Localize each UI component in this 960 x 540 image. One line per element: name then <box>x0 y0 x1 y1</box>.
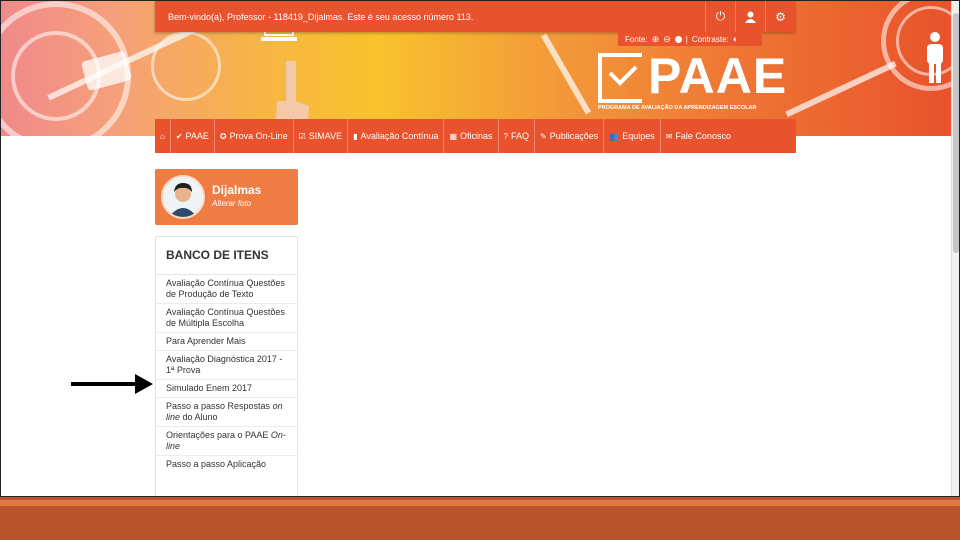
nav-item-faq[interactable]: ? FAQ <box>499 119 535 153</box>
logo-check-icon <box>608 65 638 86</box>
main-nav: ⌂ ✔ PAAE ✪ Prova On-Line ☑ SIMAVE ▮ Aval… <box>155 119 796 153</box>
user-icon[interactable] <box>735 1 765 32</box>
calendar-icon: ▦ <box>449 131 457 141</box>
welcome-bar: Bem-vindo(a), Professor - 118419_Dijalma… <box>155 1 795 32</box>
nav-label: Avaliação Contínua <box>360 131 439 141</box>
menu-item-simulado-enem[interactable]: Simulado Enem 2017 <box>156 380 297 398</box>
nav-label: Fale Conosco <box>675 131 731 141</box>
font-decrease-icon[interactable]: ⊖ <box>663 34 671 45</box>
slide-footer-band <box>0 497 960 540</box>
menu-item-multipla-escolha[interactable]: Avaliação Contínua Questões de Múltipla … <box>156 304 297 333</box>
nav-label: Publicações <box>549 131 599 141</box>
font-label: Fonte: <box>625 34 648 44</box>
nav-item-paae[interactable]: ✔ PAAE <box>171 119 215 153</box>
item-bank-menu: BANCO DE ITENS Avaliação Contínua Questõ… <box>155 236 298 496</box>
paae-logo: PAAE PROGRAMA DE AVALIAÇÃO DA APRENDIZAG… <box>598 48 786 117</box>
nav-label: Oficinas <box>460 131 493 141</box>
menu-item-respostas-aluno[interactable]: Passo a passo Respostas on line do Aluno <box>156 398 297 427</box>
home-icon: ⌂ <box>160 131 165 141</box>
nav-label: SIMAVE <box>308 131 343 141</box>
font-reset-icon[interactable] <box>674 35 682 43</box>
contrast-icon[interactable]: ◐ <box>733 34 738 44</box>
welcome-message: Bem-vindo(a), Professor - 118419_Dijalma… <box>168 11 474 22</box>
nav-item-avaliacao-continua[interactable]: ▮ Avaliação Contínua <box>348 119 445 153</box>
pointer-arrow <box>71 374 153 394</box>
nav-item-publicacoes[interactable]: ✎ Publicações <box>535 119 605 153</box>
vertical-scrollbar[interactable] <box>951 1 959 496</box>
person-icon <box>927 32 943 83</box>
check-square-icon: ☑ <box>298 131 306 141</box>
power-icon[interactable]: ⏻ <box>705 1 735 32</box>
font-increase-icon[interactable]: ⊕ <box>652 34 660 45</box>
check-circle-icon: ✪ <box>219 131 227 141</box>
question-icon: ? <box>503 131 508 141</box>
logo-subtitle: PROGRAMA DE AVALIAÇÃO DA APRENDIZAGEM ES… <box>598 105 757 111</box>
menu-item-producao-texto[interactable]: Avaliação Contínua Questões de Produção … <box>156 275 297 304</box>
gear-icon[interactable]: ⚙ <box>765 1 795 32</box>
menu-title: BANCO DE ITENS <box>156 237 297 275</box>
change-photo-link[interactable]: Alterar foto <box>212 199 251 208</box>
separator: | <box>685 34 688 44</box>
nav-item-equipes[interactable]: 👥 Equipes <box>604 119 661 153</box>
file-icon: ▮ <box>353 131 358 141</box>
menu-item-aplicacao[interactable]: Passo a passo Aplicação <box>156 456 297 473</box>
check-icon: ✔ <box>175 131 183 141</box>
nav-label: PAAE <box>185 131 209 141</box>
nav-item-simave[interactable]: ☑ SIMAVE <box>294 119 349 153</box>
nav-label: Equipes <box>622 131 655 141</box>
nav-item-fale-conosco[interactable]: ✉ Fale Conosco <box>661 119 736 153</box>
browser-viewport: Bem-vindo(a), Professor - 118419_Dijalma… <box>0 0 960 497</box>
nav-item-home[interactable]: ⌂ <box>155 119 171 153</box>
logo-word: PAAE <box>648 48 788 104</box>
menu-item-text: Passo a passo Respostas <box>166 401 273 411</box>
nav-item-oficinas[interactable]: ▦ Oficinas <box>444 119 499 153</box>
contrast-label: Contraste: <box>691 34 729 44</box>
footer-accent-line <box>0 500 960 506</box>
menu-item-text: Orientações para o PAAE <box>166 430 271 440</box>
menu-item-diagnostica-2017[interactable]: Avaliação Diagnóstica 2017 - 1ª Prova <box>156 351 297 380</box>
accessibility-bar: Fonte: ⊕ ⊖ | Contraste: ◐ <box>618 32 762 46</box>
pencil-icon: ✎ <box>539 131 547 141</box>
nav-item-prova-online[interactable]: ✪ Prova On-Line <box>215 119 294 153</box>
menu-item-text: do Aluno <box>180 412 218 422</box>
profile-card: Dijalmas Alterar foto <box>155 169 298 225</box>
menu-item-orientacoes[interactable]: Orientações para o PAAE On-line <box>156 427 297 456</box>
scrollbar-thumb[interactable] <box>953 13 959 253</box>
envelope-icon: ✉ <box>665 131 673 141</box>
users-icon: 👥 <box>609 131 620 141</box>
menu-item-aprender-mais[interactable]: Para Aprender Mais <box>156 333 297 351</box>
nav-label: FAQ <box>510 131 529 141</box>
decorative-stripe <box>785 60 897 118</box>
avatar[interactable] <box>161 175 205 219</box>
nav-label: Prova On-Line <box>229 131 288 141</box>
book-icon <box>81 51 132 91</box>
decorative-stripe <box>540 33 592 115</box>
profile-name: Dijalmas <box>212 183 262 197</box>
